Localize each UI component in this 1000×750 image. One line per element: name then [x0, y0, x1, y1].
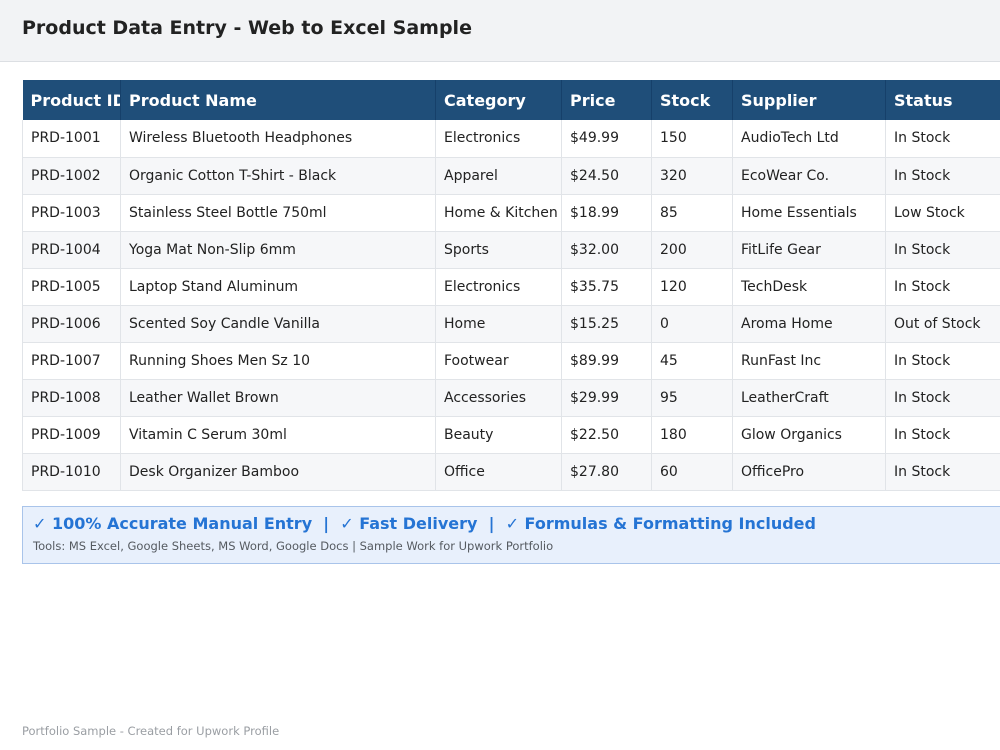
- page-title: Product Data Entry - Web to Excel Sample: [22, 17, 472, 39]
- table-cell[interactable]: PRD-1009: [22, 416, 121, 454]
- table-cell[interactable]: Electronics: [435, 120, 562, 158]
- table-cell[interactable]: RunFast Inc: [732, 342, 886, 380]
- table-cell[interactable]: PRD-1001: [22, 120, 121, 158]
- table-cell[interactable]: $32.00: [561, 231, 652, 269]
- table-cell[interactable]: Glow Organics: [732, 416, 886, 454]
- table-cell[interactable]: Yoga Mat Non-Slip 6mm: [120, 231, 436, 269]
- table-cell[interactable]: PRD-1003: [22, 194, 121, 232]
- product-table-container: Product ID Product Name Category Price Stock…: [22, 80, 1000, 491]
- column-header[interactable]: Stock: [651, 80, 733, 120]
- table-cell[interactable]: Running Shoes Men Sz 10: [120, 342, 436, 380]
- table-cell[interactable]: 180: [651, 416, 733, 454]
- table-cell[interactable]: In Stock: [885, 342, 1000, 380]
- column-header[interactable]: Category: [435, 80, 562, 120]
- table-cell[interactable]: Apparel: [435, 157, 562, 195]
- table-header-row: Product ID Product Name Category Price Stock…: [22, 80, 1000, 120]
- table-cell[interactable]: 45: [651, 342, 733, 380]
- footer-text: Portfolio Sample - Created for Upwork Pr…: [22, 724, 280, 738]
- table-cell[interactable]: $35.75: [561, 268, 652, 306]
- table-cell[interactable]: Beauty: [435, 416, 562, 454]
- table-cell[interactable]: Desk Organizer Bamboo: [120, 453, 436, 491]
- features-banner: ✓ 100% Accurate Manual Entry | ✓ Fast De…: [22, 506, 1000, 564]
- table-cell[interactable]: OfficePro: [732, 453, 886, 491]
- table-cell[interactable]: Home & Kitchen: [435, 194, 562, 232]
- table-cell[interactable]: $27.80: [561, 453, 652, 491]
- table-cell[interactable]: Leather Wallet Brown: [120, 379, 436, 417]
- table-cell[interactable]: 120: [651, 268, 733, 306]
- table-cell[interactable]: $29.99: [561, 379, 652, 417]
- table-cell[interactable]: Low Stock: [885, 194, 1000, 232]
- table-cell[interactable]: Wireless Bluetooth Headphones: [120, 120, 436, 158]
- page: Product Data Entry - Web to Excel Sample…: [0, 0, 1000, 750]
- table-cell[interactable]: Home Essentials: [732, 194, 886, 232]
- table-cell[interactable]: 95: [651, 379, 733, 417]
- tools-text: Tools: MS Excel, Google Sheets, MS Word,…: [33, 539, 554, 553]
- table-cell[interactable]: Organic Cotton T-Shirt - Black: [120, 157, 436, 195]
- table-cell[interactable]: 60: [651, 453, 733, 491]
- table-cell[interactable]: PRD-1002: [22, 157, 121, 195]
- table-row[interactable]: PRD-1003 Stainless Steel Bottle 750ml Home…: [22, 194, 1000, 232]
- table-cell[interactable]: 320: [651, 157, 733, 195]
- table-cell[interactable]: Laptop Stand Aluminum: [120, 268, 436, 306]
- table-cell[interactable]: In Stock: [885, 120, 1000, 158]
- table-cell[interactable]: In Stock: [885, 416, 1000, 454]
- table-cell[interactable]: In Stock: [885, 268, 1000, 306]
- table-row[interactable]: PRD-1004 Yoga Mat Non-Slip 6mm Sports $32.0…: [22, 231, 1000, 269]
- table-cell[interactable]: PRD-1008: [22, 379, 121, 417]
- column-header[interactable]: Product ID: [22, 80, 121, 120]
- table-cell[interactable]: In Stock: [885, 157, 1000, 195]
- table-cell[interactable]: 150: [651, 120, 733, 158]
- table-cell[interactable]: Stainless Steel Bottle 750ml: [120, 194, 436, 232]
- table-cell[interactable]: $15.25: [561, 305, 652, 343]
- table-cell[interactable]: FitLife Gear: [732, 231, 886, 269]
- column-header[interactable]: Status: [885, 80, 1000, 120]
- table-cell[interactable]: TechDesk: [732, 268, 886, 306]
- table-cell[interactable]: $24.50: [561, 157, 652, 195]
- table-cell[interactable]: $18.99: [561, 194, 652, 232]
- table-cell[interactable]: PRD-1005: [22, 268, 121, 306]
- table-cell[interactable]: $49.99: [561, 120, 652, 158]
- table-cell[interactable]: $89.99: [561, 342, 652, 380]
- table-cell[interactable]: Electronics: [435, 268, 562, 306]
- table-cell[interactable]: 200: [651, 231, 733, 269]
- table-row[interactable]: PRD-1002 Organic Cotton T-Shirt - Black Ap…: [22, 157, 1000, 195]
- table-row[interactable]: PRD-1010 Desk Organizer Bamboo Office $27.8…: [22, 453, 1000, 491]
- table-cell[interactable]: Footwear: [435, 342, 562, 380]
- column-header[interactable]: Price: [561, 80, 652, 120]
- table-cell[interactable]: Out of Stock: [885, 305, 1000, 343]
- table-cell[interactable]: Sports: [435, 231, 562, 269]
- table-cell[interactable]: Scented Soy Candle Vanilla: [120, 305, 436, 343]
- table-cell[interactable]: 0: [651, 305, 733, 343]
- table-cell[interactable]: 85: [651, 194, 733, 232]
- table-cell[interactable]: In Stock: [885, 231, 1000, 269]
- table-cell[interactable]: PRD-1004: [22, 231, 121, 269]
- column-header[interactable]: Supplier: [732, 80, 886, 120]
- table-cell[interactable]: PRD-1007: [22, 342, 121, 380]
- table-cell[interactable]: Home: [435, 305, 562, 343]
- table-cell[interactable]: In Stock: [885, 379, 1000, 417]
- page-header: Product Data Entry - Web to Excel Sample: [0, 0, 1000, 62]
- table-cell[interactable]: PRD-1010: [22, 453, 121, 491]
- table-cell[interactable]: PRD-1006: [22, 305, 121, 343]
- table-row[interactable]: PRD-1008 Leather Wallet Brown Accessories $…: [22, 379, 1000, 417]
- table-cell[interactable]: $22.50: [561, 416, 652, 454]
- product-table: Product ID Product Name Category Price Stock…: [22, 80, 1000, 491]
- table-cell[interactable]: Office: [435, 453, 562, 491]
- table-cell[interactable]: EcoWear Co.: [732, 157, 886, 195]
- table-row[interactable]: PRD-1009 Vitamin C Serum 30ml Beauty $22.50…: [22, 416, 1000, 454]
- table-cell[interactable]: AudioTech Ltd: [732, 120, 886, 158]
- table-row[interactable]: PRD-1006 Scented Soy Candle Vanilla Home $1…: [22, 305, 1000, 343]
- table-cell[interactable]: Accessories: [435, 379, 562, 417]
- column-header[interactable]: Product Name: [120, 80, 436, 120]
- table-cell[interactable]: In Stock: [885, 453, 1000, 491]
- table-row[interactable]: PRD-1007 Running Shoes Men Sz 10 Footwear $…: [22, 342, 1000, 380]
- table-cell[interactable]: Vitamin C Serum 30ml: [120, 416, 436, 454]
- features-headline: ✓ 100% Accurate Manual Entry | ✓ Fast De…: [33, 514, 816, 533]
- table-row[interactable]: PRD-1005 Laptop Stand Aluminum Electronics…: [22, 268, 1000, 306]
- table-cell[interactable]: Aroma Home: [732, 305, 886, 343]
- table-body: PRD-1001 Wireless Bluetooth Headphones Ele…: [22, 120, 1000, 491]
- table-cell[interactable]: LeatherCraft: [732, 379, 886, 417]
- table-row[interactable]: PRD-1001 Wireless Bluetooth Headphones Ele…: [22, 120, 1000, 158]
